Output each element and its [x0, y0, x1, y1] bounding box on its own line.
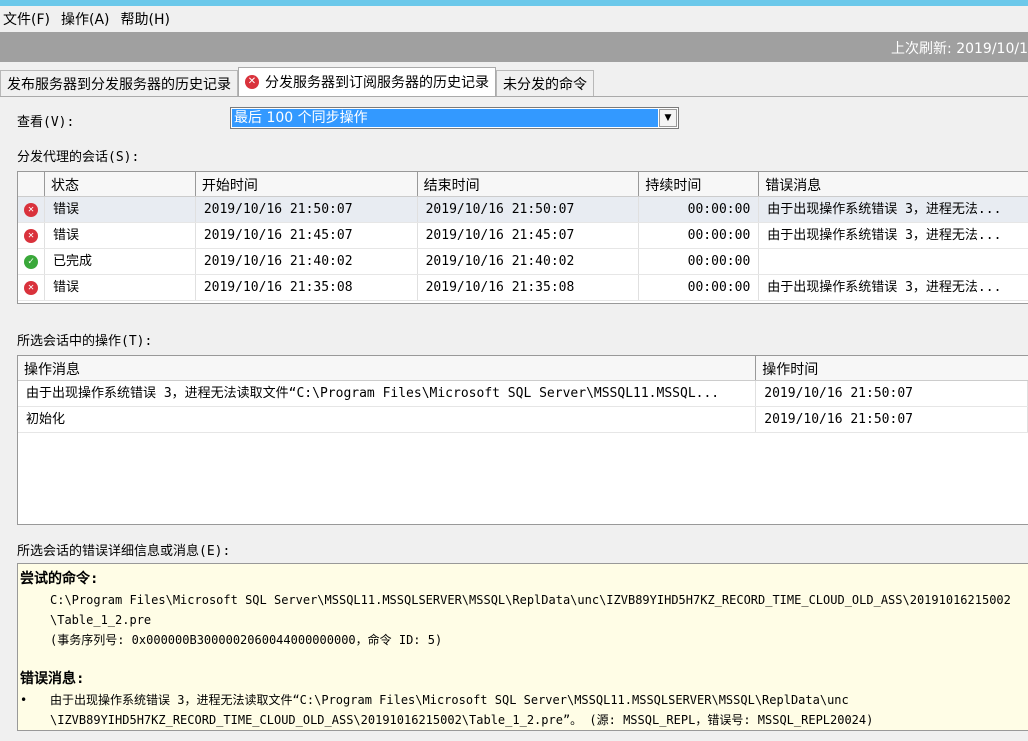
cell-duration: 00:00:00 [639, 223, 760, 248]
cell-status: 错误 [45, 223, 196, 248]
cell-message: 由于出现操作系统错误 3，进程无法... [767, 228, 1002, 243]
tab-distributor-subscriber[interactable]: ✕ 分发服务器到订阅服务器的历史记录 [238, 67, 496, 96]
cell-end: 2019/10/16 21:40:02 [418, 249, 640, 274]
header-action-time[interactable]: 操作时间 [756, 356, 1028, 380]
command-heading: 尝试的命令: [20, 571, 99, 587]
action-row[interactable]: 由于出现操作系统错误 3，进程无法读取文件“C:\Program Files\M… [18, 381, 1028, 407]
sessions-grid: 状态 开始时间 结束时间 持续时间 错误消息 ✕ 错误 2019/10/16 21:… [17, 171, 1028, 304]
cell-action-message: 初始化 [18, 407, 757, 432]
chevron-down-icon[interactable]: ▼ [659, 109, 677, 127]
cell-status: 错误 [45, 275, 196, 300]
bullet: • [20, 693, 28, 707]
header-start[interactable]: 开始时间 [196, 172, 418, 196]
error-line: \IZVB89YIHD5H7KZ_RECORD_TIME_CLOUD_OLD_A… [50, 713, 874, 727]
menu-file[interactable]: 文件(F) [0, 9, 58, 29]
success-icon: ✓ [23, 254, 38, 269]
cell-duration: 00:00:00 [639, 249, 760, 274]
cell-end: 2019/10/16 21:35:08 [418, 275, 640, 300]
header-status[interactable]: 状态 [45, 172, 196, 196]
session-row[interactable]: ✕ 错误 2019/10/16 21:45:07 2019/10/16 21:45:0… [18, 223, 1028, 249]
view-label: 查看(V): [17, 115, 75, 130]
tab-label: 未分发的命令 [503, 76, 587, 93]
cell-end: 2019/10/16 21:50:07 [418, 197, 640, 222]
tab-label: 发布服务器到分发服务器的历史记录 [7, 76, 231, 93]
header-end[interactable]: 结束时间 [418, 172, 640, 196]
command-line: \Table_1_2.pre [50, 613, 152, 627]
action-row[interactable]: 初始化 2019/10/16 21:50:07 [18, 407, 1028, 433]
menu-help[interactable]: 帮助(H) [118, 9, 178, 29]
error-icon: ✕ [23, 280, 38, 295]
tab-strip: 发布服务器到分发服务器的历史记录 ✕ 分发服务器到订阅服务器的历史记录 未分发的命… [0, 67, 594, 96]
error-icon: ✕ [23, 202, 38, 217]
sessions-header: 状态 开始时间 结束时间 持续时间 错误消息 [18, 172, 1028, 197]
command-line: (事务序列号: 0x000000B3000002060044000000000，… [50, 633, 443, 647]
tab-panel: 查看(V): 最后 100 个同步操作 ▼ 分发代理的会话(S): 状态 开始时间… [0, 96, 1028, 741]
error-details[interactable]: 尝试的命令: C:\Program Files\Microsoft SQL Se… [17, 563, 1028, 731]
tab-publisher-distributor[interactable]: 发布服务器到分发服务器的历史记录 [0, 70, 238, 96]
error-line: 由于出现操作系统错误 3，进程无法读取文件“C:\Program Files\M… [50, 693, 849, 707]
cell-action-time: 2019/10/16 21:50:07 [756, 381, 1028, 406]
command-line: C:\Program Files\Microsoft SQL Server\MS… [50, 593, 1011, 607]
menu-bar: 文件(F) 操作(A) 帮助(H) [0, 6, 1028, 32]
cell-message: 由于出现操作系统错误 3，进程无法... [767, 202, 1002, 217]
session-row[interactable]: ✕ 错误 2019/10/16 21:35:08 2019/10/16 21:35:0… [18, 275, 1028, 301]
cell-action-time: 2019/10/16 21:50:07 [756, 407, 1028, 432]
cell-start: 2019/10/16 21:45:07 [196, 223, 418, 248]
cell-start: 2019/10/16 21:35:08 [196, 275, 418, 300]
error-icon: ✕ [245, 75, 259, 89]
actions-label: 所选会话中的操作(T): [17, 334, 153, 349]
header-duration[interactable]: 持续时间 [639, 172, 760, 196]
actions-header: 操作消息 操作时间 [18, 356, 1028, 381]
cell-action-message: 由于出现操作系统错误 3，进程无法读取文件“C:\Program Files\M… [18, 381, 757, 406]
cell-status: 已完成 [45, 249, 196, 274]
cell-start: 2019/10/16 21:40:02 [196, 249, 418, 274]
cell-duration: 00:00:00 [639, 275, 760, 300]
header-error[interactable]: 错误消息 [759, 172, 1028, 196]
details-label: 所选会话的错误详细信息或消息(E): [17, 544, 231, 559]
status-icon-cell: ✕ [18, 223, 45, 248]
error-icon: ✕ [23, 228, 38, 243]
tab-label: 分发服务器到订阅服务器的历史记录 [265, 75, 489, 91]
status-icon-cell: ✕ [18, 275, 45, 300]
session-row[interactable]: ✕ 错误 2019/10/16 21:50:07 2019/10/16 21:50:0… [18, 197, 1028, 223]
cell-end: 2019/10/16 21:45:07 [418, 223, 640, 248]
session-row[interactable]: ✓ 已完成 2019/10/16 21:40:02 2019/10/16 21:40:… [18, 249, 1028, 275]
header-icon-col[interactable] [18, 172, 45, 196]
cell-start: 2019/10/16 21:50:07 [196, 197, 418, 222]
status-icon-cell: ✕ [18, 197, 45, 222]
header-action-message[interactable]: 操作消息 [18, 356, 757, 380]
sessions-label: 分发代理的会话(S): [17, 150, 140, 165]
view-select-value: 最后 100 个同步操作 [232, 109, 658, 127]
view-select[interactable]: 最后 100 个同步操作 ▼ [230, 107, 679, 129]
tab-undistributed-commands[interactable]: 未分发的命令 [496, 70, 594, 96]
cell-status: 错误 [45, 197, 196, 222]
cell-message: 由于出现操作系统错误 3，进程无法... [767, 280, 1002, 295]
last-refresh-text: 上次刷新: 2019/10/1 [891, 41, 1028, 57]
status-icon-cell: ✓ [18, 249, 45, 274]
actions-grid: 操作消息 操作时间 由于出现操作系统错误 3，进程无法读取文件“C:\Progr… [17, 355, 1028, 525]
cell-message [759, 249, 1028, 274]
error-heading: 错误消息: [20, 671, 85, 687]
menu-action[interactable]: 操作(A) [58, 9, 118, 29]
cell-duration: 00:00:00 [639, 197, 760, 222]
header-banner: 上次刷新: 2019/10/1 [0, 32, 1028, 62]
